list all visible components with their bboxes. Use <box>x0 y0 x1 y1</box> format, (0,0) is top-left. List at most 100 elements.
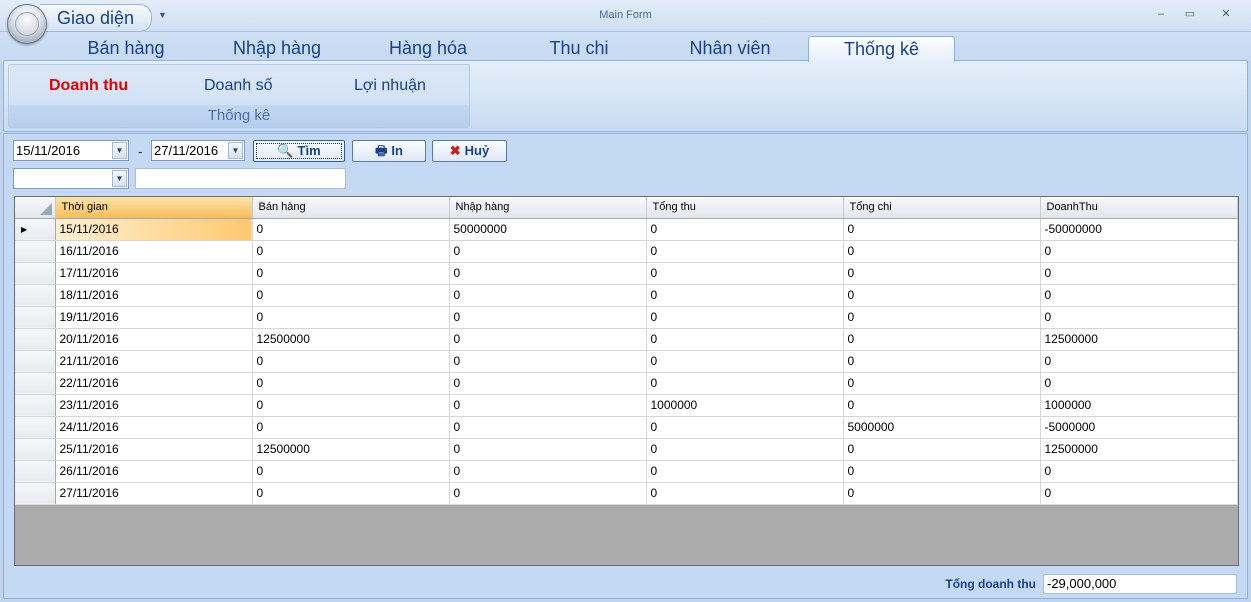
table-cell[interactable]: -50000000 <box>1040 218 1238 241</box>
table-cell[interactable]: 0 <box>449 460 647 483</box>
row-header[interactable] <box>15 438 56 461</box>
tab-ban-hang[interactable]: Bán hàng <box>54 36 198 62</box>
doanh-so-button[interactable]: Doanh số <box>204 77 273 95</box>
column-header[interactable]: Nhập hàng <box>449 197 647 219</box>
total-revenue-field[interactable]: -29,000,000 <box>1043 574 1237 594</box>
table-row[interactable]: 17/11/2016 0 0 0 0 0 <box>15 262 1238 285</box>
table-cell[interactable]: 0 <box>449 306 647 329</box>
table-cell[interactable]: 0 <box>1040 306 1238 329</box>
table-cell[interactable]: 5000000 <box>843 416 1041 439</box>
table-row[interactable]: 26/11/2016 0 0 0 0 0 <box>15 460 1238 483</box>
tab-hang-hoa[interactable]: Hàng hóa <box>356 36 500 62</box>
table-cell[interactable]: 0 <box>252 460 450 483</box>
table-cell[interactable]: 1000000 <box>646 394 844 417</box>
row-header[interactable] <box>15 416 56 439</box>
table-cell[interactable]: 0 <box>1040 460 1238 483</box>
row-header[interactable] <box>15 372 56 395</box>
row-header[interactable] <box>15 328 56 351</box>
table-cell[interactable]: 22/11/2016 <box>55 372 253 395</box>
table-cell[interactable]: 0 <box>843 284 1041 307</box>
table-cell[interactable]: 0 <box>252 262 450 285</box>
table-cell[interactable]: 0 <box>449 482 647 505</box>
table-cell[interactable]: 50000000 <box>449 218 647 241</box>
table-cell[interactable]: 12500000 <box>1040 438 1238 461</box>
row-header[interactable] <box>15 284 56 307</box>
table-cell[interactable]: 19/11/2016 <box>55 306 253 329</box>
search-button[interactable]: 🔍 Tìm <box>253 140 345 162</box>
row-header[interactable] <box>15 240 56 263</box>
row-header[interactable] <box>15 306 56 329</box>
table-cell[interactable]: 0 <box>449 438 647 461</box>
column-header[interactable]: Thời gian <box>55 197 253 219</box>
table-cell[interactable]: 15/11/2016 <box>55 218 253 241</box>
cancel-button[interactable]: ✖ Huỷ <box>432 140 507 162</box>
current-row-icon[interactable]: ▶ <box>15 218 56 241</box>
table-cell[interactable]: 0 <box>252 240 450 263</box>
table-cell[interactable]: 0 <box>843 372 1041 395</box>
table-cell[interactable]: 18/11/2016 <box>55 284 253 307</box>
doanh-thu-button[interactable]: Doanh thu <box>49 77 128 95</box>
table-row[interactable]: 25/11/2016 12500000 0 0 0 12500000 <box>15 438 1238 461</box>
table-cell[interactable]: 0 <box>252 482 450 505</box>
revenue-grid[interactable]: Thời gian Bán hàng Nhập hàng Tổng thu Tổ… <box>14 196 1239 566</box>
table-row[interactable]: 21/11/2016 0 0 0 0 0 <box>15 350 1238 373</box>
table-cell[interactable]: 0 <box>646 372 844 395</box>
filter-combo[interactable]: ▼ <box>13 168 129 189</box>
select-all-corner[interactable] <box>15 197 56 219</box>
table-cell[interactable]: 0 <box>1040 240 1238 263</box>
table-cell[interactable]: 0 <box>252 350 450 373</box>
table-cell[interactable]: 0 <box>646 262 844 285</box>
table-cell[interactable]: 17/11/2016 <box>55 262 253 285</box>
table-cell[interactable]: 0 <box>843 350 1041 373</box>
table-cell[interactable]: 0 <box>252 394 450 417</box>
table-cell[interactable]: 0 <box>646 240 844 263</box>
table-row[interactable]: 16/11/2016 0 0 0 0 0 <box>15 240 1238 263</box>
table-cell[interactable]: 0 <box>646 482 844 505</box>
table-cell[interactable]: 0 <box>843 240 1041 263</box>
minimize-button[interactable]: – <box>1152 7 1170 21</box>
tab-nhap-hang[interactable]: Nhập hàng <box>205 36 349 62</box>
table-row[interactable]: 18/11/2016 0 0 0 0 0 <box>15 284 1238 307</box>
chevron-down-icon[interactable]: ▼ <box>112 142 127 159</box>
table-cell[interactable]: 0 <box>252 306 450 329</box>
table-cell[interactable]: 0 <box>843 328 1041 351</box>
table-cell[interactable]: 0 <box>843 306 1041 329</box>
table-cell[interactable]: 0 <box>449 372 647 395</box>
table-cell[interactable]: 0 <box>646 460 844 483</box>
row-header[interactable] <box>15 262 56 285</box>
table-cell[interactable]: 0 <box>252 416 450 439</box>
column-header[interactable]: Bán hàng <box>252 197 450 219</box>
table-cell[interactable]: 16/11/2016 <box>55 240 253 263</box>
table-cell[interactable]: 0 <box>646 350 844 373</box>
maximize-button[interactable]: ▭ <box>1181 7 1199 21</box>
table-cell[interactable]: 0 <box>646 438 844 461</box>
tab-thong-ke[interactable]: Thống kê <box>808 36 955 62</box>
table-cell[interactable]: 21/11/2016 <box>55 350 253 373</box>
table-cell[interactable]: 12500000 <box>1040 328 1238 351</box>
row-header[interactable] <box>15 350 56 373</box>
table-row[interactable]: 27/11/2016 0 0 0 0 0 <box>15 482 1238 505</box>
table-cell[interactable]: 0 <box>843 394 1041 417</box>
close-button[interactable]: ✕ <box>1217 7 1235 21</box>
table-cell[interactable]: 0 <box>646 328 844 351</box>
table-cell[interactable]: 27/11/2016 <box>55 482 253 505</box>
table-cell[interactable]: 0 <box>449 284 647 307</box>
table-cell[interactable]: 0 <box>1040 372 1238 395</box>
table-row[interactable]: 22/11/2016 0 0 0 0 0 <box>15 372 1238 395</box>
row-header[interactable] <box>15 460 56 483</box>
table-cell[interactable]: 0 <box>646 218 844 241</box>
filter-text-input[interactable] <box>135 168 346 189</box>
table-cell[interactable]: 0 <box>646 284 844 307</box>
table-cell[interactable]: 0 <box>1040 350 1238 373</box>
table-cell[interactable]: 23/11/2016 <box>55 394 253 417</box>
print-button[interactable]: 🖶 In <box>352 140 426 162</box>
chevron-down-icon[interactable]: ▼ <box>228 142 243 159</box>
tab-nhan-vien[interactable]: Nhân viên <box>658 36 802 62</box>
table-cell[interactable]: 1000000 <box>1040 394 1238 417</box>
table-cell[interactable]: 0 <box>646 416 844 439</box>
table-cell[interactable]: 26/11/2016 <box>55 460 253 483</box>
table-cell[interactable]: 24/11/2016 <box>55 416 253 439</box>
from-date-picker[interactable]: 15/11/2016 ▼ <box>13 140 129 161</box>
loi-nhuan-button[interactable]: Lợi nhuận <box>354 77 426 95</box>
table-cell[interactable]: 0 <box>646 306 844 329</box>
